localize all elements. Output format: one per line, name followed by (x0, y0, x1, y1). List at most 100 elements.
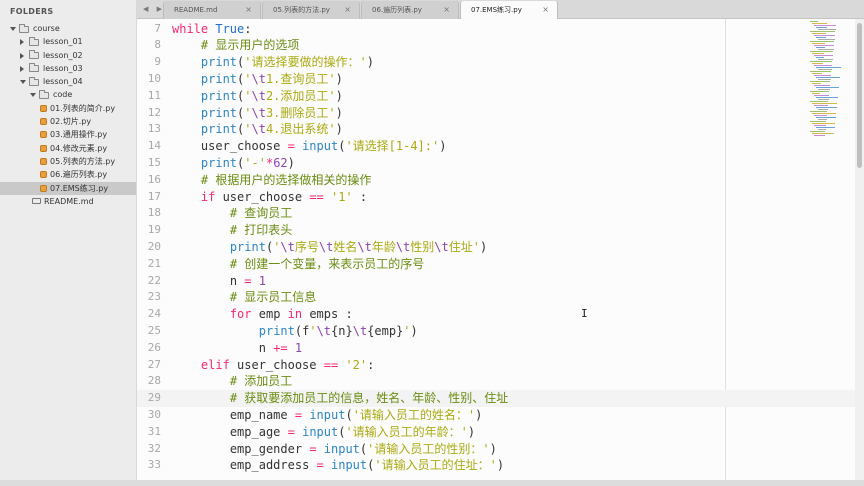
code-text: # 添加员工 (230, 373, 292, 390)
code-token: user_choose (215, 189, 310, 204)
minimap-line (816, 57, 824, 58)
code-line[interactable]: 18 # 查询员工 (137, 205, 855, 222)
code-line[interactable]: 20 print('\t序号\t姓名\t年龄\t性别\t住址') (137, 239, 855, 256)
line-number: 32 (147, 441, 161, 455)
sidebar-item[interactable]: code (0, 88, 136, 101)
folder-icon (29, 63, 39, 73)
line-number: 19 (147, 223, 161, 237)
code-line[interactable]: 30 emp_name = input('请输入员工的姓名：') (137, 407, 855, 424)
code-line[interactable]: 29 # 获取要添加员工的信息，姓名、年龄、性别、住址 (137, 390, 855, 407)
tab-nav-arrows[interactable]: ◀ ▶ (143, 0, 165, 19)
sidebar-item[interactable]: lesson_03 (0, 62, 136, 75)
sidebar-item[interactable]: lesson_01 (0, 35, 136, 48)
code-line[interactable]: 9 print('请选择要做的操作：') (137, 54, 855, 71)
code-text: while True: (172, 21, 252, 38)
code-line[interactable]: 7 while True: (137, 21, 855, 38)
minimap-line (812, 103, 837, 104)
minimap[interactable] (806, 19, 855, 139)
sidebar-item[interactable]: 02.切片.py (0, 115, 136, 128)
code-editor[interactable]: 7 while True: 8 # 显示用户的选项 9 print('请选择要做的操作：'… (137, 19, 855, 486)
disclosure-closed-icon[interactable] (20, 65, 24, 72)
code-token: : (244, 21, 252, 36)
code-token: user_choose (200, 139, 288, 154)
tab-1[interactable]: 05.列表的方法.py × (262, 1, 360, 19)
disclosure-open-icon[interactable] (20, 80, 26, 85)
code-line[interactable]: 14 user_choose = input('请选择[1-4]:') (137, 138, 855, 155)
markdown-file-icon (32, 198, 41, 205)
line-number: 23 (147, 290, 161, 304)
tab-0[interactable]: README.md × (163, 1, 261, 19)
minimap-line (810, 61, 832, 62)
sidebar-item[interactable]: 07.EMS练习.py (0, 181, 136, 195)
line-number: 9 (154, 55, 161, 69)
code-line[interactable]: 10 print('\t1.查询员工') (137, 71, 855, 88)
disclosure-open-icon[interactable] (10, 27, 16, 31)
tab-2[interactable]: 06.遍历列表.py × (361, 1, 459, 19)
code-line[interactable]: 19 # 打印表头 (137, 222, 855, 239)
close-icon[interactable]: × (542, 1, 549, 19)
code-token: = (287, 424, 295, 439)
code-line[interactable]: 32 emp_gender = input('请输入员工的性别：') (137, 441, 855, 458)
minimap-line (812, 23, 827, 24)
code-token: ( (345, 407, 353, 422)
code-line[interactable]: 28 # 添加员工 (137, 373, 855, 390)
code-line[interactable]: 16 # 根据用户的选择做相关的操作 (137, 172, 855, 189)
code-token: ) (496, 458, 505, 473)
code-line[interactable]: 21 # 创建一个变量，来表示员工的序号 (137, 256, 855, 273)
minimap-line (814, 95, 829, 96)
code-line[interactable]: 33 emp_address = input('请输入员工的住址：') (137, 457, 855, 474)
code-line[interactable]: 24 for emp in emps : (137, 306, 855, 323)
vertical-scrollbar[interactable] (855, 19, 864, 486)
line-number: 31 (147, 424, 161, 438)
code-token: print (200, 155, 238, 170)
disclosure-closed-icon[interactable] (20, 52, 24, 59)
code-line[interactable]: 31 emp_age = input('请输入员工的年龄：') (137, 424, 855, 441)
code-line[interactable]: 26 n += 1 (137, 340, 855, 357)
sidebar-item[interactable]: README.md (0, 195, 136, 208)
code-line[interactable]: 22 n = 1 (137, 273, 855, 290)
sidebar-item[interactable]: 03.通用操作.py (0, 128, 136, 141)
close-icon[interactable]: × (443, 1, 450, 19)
text-cursor-icon: I (581, 307, 588, 320)
line-number: 14 (147, 139, 161, 153)
sidebar-item[interactable]: lesson_04 (0, 75, 136, 88)
sidebar-item[interactable]: 04.修改元素.py (0, 142, 136, 155)
code-token: : (352, 189, 368, 204)
folder-icon (29, 36, 39, 46)
code-token: ' (244, 122, 252, 137)
code-line[interactable]: 12 print('\t3.删除员工') (137, 105, 855, 122)
minimap-line (812, 133, 834, 134)
code-line[interactable]: 17 if user_choose == '1' : (137, 189, 855, 206)
sidebar-item[interactable]: 01.列表的简介.py (0, 102, 136, 115)
code-line[interactable]: 23 # 显示员工信息 (137, 289, 855, 306)
sidebar-item[interactable]: lesson_02 (0, 49, 136, 62)
minimap-line (816, 87, 839, 88)
code-token: print (200, 122, 238, 137)
code-token: print (200, 105, 238, 120)
close-icon[interactable]: × (344, 1, 351, 19)
minimap-line (814, 85, 830, 86)
code-line[interactable]: 11 print('\t2.添加员工') (137, 88, 855, 105)
code-line[interactable]: 8 # 显示用户的选项 (137, 37, 855, 54)
minimap-line (816, 127, 835, 128)
scroll-thumb[interactable] (857, 23, 862, 168)
disclosure-open-icon[interactable] (30, 93, 36, 98)
sidebar-item[interactable]: course (0, 22, 136, 35)
tab-3[interactable]: 07.EMS练习.py × (460, 1, 558, 19)
sidebar-item[interactable]: 05.列表的方法.py (0, 155, 136, 168)
sidebar-item[interactable]: 06.遍历列表.py (0, 168, 136, 181)
code-token: 4.退出系统' (265, 122, 336, 137)
code-line[interactable]: 27 elif user_choose == '2': (137, 357, 855, 374)
minimap-line (812, 33, 826, 34)
code-area[interactable]: 7 while True: 8 # 显示用户的选项 9 print('请选择要做的操作：'… (137, 19, 855, 486)
disclosure-closed-icon[interactable] (20, 39, 24, 46)
code-line[interactable]: 25 print(f'\t{n}\t{emp}') (137, 323, 855, 340)
code-text: # 显示用户的选项 (201, 37, 299, 54)
close-icon[interactable]: × (245, 1, 252, 19)
sidebar-item-label: 01.列表的简介.py (50, 103, 116, 113)
code-token: # 查询员工 (229, 206, 293, 221)
code-token: # 添加员工 (229, 374, 293, 389)
code-line[interactable]: 13 print('\t4.退出系统') (137, 121, 855, 138)
code-line[interactable]: 15 print('-'*62) (137, 155, 855, 172)
code-token: '请输入员工的住址：' (374, 458, 497, 473)
